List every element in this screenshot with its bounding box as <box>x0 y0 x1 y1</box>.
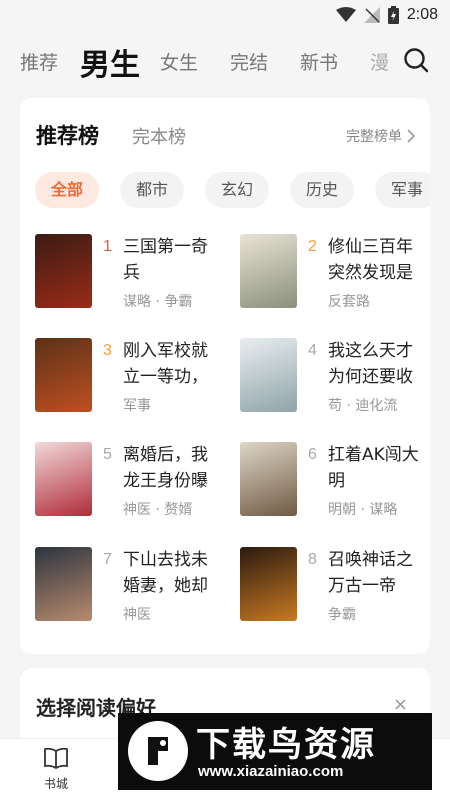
book-tags: 神医 <box>123 607 151 623</box>
book-title: 下山去找未婚妻，她却 <box>123 550 208 596</box>
book-tags: 军事 <box>123 398 151 414</box>
full-list-link[interactable]: 完整榜单 <box>346 126 416 146</box>
watermark-banner: 下载鸟资源 www.xiazainiao.com <box>118 713 432 790</box>
book-tags: 谋略 · 争霸 <box>123 294 193 310</box>
tab-new[interactable]: 新书 <box>300 48 338 75</box>
tab-comic[interactable]: 漫 <box>370 48 390 75</box>
tab-female[interactable]: 女生 <box>160 48 198 75</box>
book-cover <box>240 234 297 308</box>
filter-all[interactable]: 全部 <box>35 172 100 208</box>
rank-number: 4 <box>308 342 317 359</box>
tab-recommend[interactable]: 推荐 <box>20 48 58 75</box>
book-title: 刚入军校就立一等功， <box>123 341 208 387</box>
book-cover <box>35 338 92 412</box>
filter-chips: 全部 都市 玄幻 历史 军事 <box>35 172 430 208</box>
battery-icon <box>387 6 399 24</box>
book-item[interactable]: 6 扛着AK闯大明 明朝 · 谋略 <box>240 442 430 522</box>
rank-number: 6 <box>308 446 317 463</box>
book-title: 召唤神话之万古一帝 <box>328 550 413 596</box>
book-item[interactable]: 2 修仙三百年突然发现是 反套路 <box>240 234 430 314</box>
signal-icon <box>363 7 380 23</box>
rank-number: 1 <box>103 238 112 255</box>
book-tags: 争霸 <box>328 607 356 623</box>
book-item[interactable]: 7 下山去找未婚妻，她却 神医 <box>35 547 225 627</box>
book-title: 扛着AK闯大明 <box>328 445 419 491</box>
status-icons: 2:08 <box>335 6 438 24</box>
book-cover <box>35 234 92 308</box>
filter-fantasy[interactable]: 玄幻 <box>205 172 270 208</box>
book-cover <box>240 338 297 412</box>
watermark-title: 下载鸟资源 <box>196 725 376 765</box>
book-cover <box>35 547 92 621</box>
book-item[interactable]: 4 我这么天才为何还要收 苟 · 迪化流 <box>240 338 430 418</box>
book-cover <box>240 547 297 621</box>
filter-urban[interactable]: 都市 <box>120 172 185 208</box>
filter-history[interactable]: 历史 <box>290 172 355 208</box>
wifi-icon <box>335 7 356 22</box>
tab-recommend-list[interactable]: 推荐榜 <box>36 120 99 150</box>
book-tags: 反套路 <box>328 294 370 310</box>
book-item[interactable]: 1 三国第一奇兵 谋略 · 争霸 <box>35 234 225 314</box>
nav-item-bookstore[interactable]: 书城 <box>26 747 86 792</box>
book-title: 离婚后，我龙王身份曝 <box>123 445 208 491</box>
chevron-right-icon <box>407 129 416 143</box>
rank-number: 3 <box>103 342 112 359</box>
rank-number: 2 <box>308 238 317 255</box>
search-icon[interactable] <box>402 46 430 74</box>
book-tags: 神医 · 赘婿 <box>123 502 193 518</box>
book-cover <box>35 442 92 516</box>
book-item[interactable]: 3 刚入军校就立一等功， 军事 <box>35 338 225 418</box>
book-icon <box>44 747 68 770</box>
nav-label: 书城 <box>43 777 68 791</box>
rank-number: 7 <box>103 551 112 568</box>
status-time: 2:08 <box>406 6 438 23</box>
close-icon[interactable]: × <box>393 694 408 715</box>
book-title: 三国第一奇兵 <box>123 237 208 283</box>
book-title: 我这么天才为何还要收 <box>328 341 413 387</box>
book-cover <box>240 442 297 516</box>
tab-completed[interactable]: 完结 <box>230 48 268 75</box>
tab-completed-list[interactable]: 完本榜 <box>132 123 186 149</box>
book-title: 修仙三百年突然发现是 <box>328 237 413 283</box>
filter-military[interactable]: 军事 <box>375 172 430 208</box>
book-tags: 苟 · 迪化流 <box>328 398 398 414</box>
watermark-logo-icon <box>128 721 188 781</box>
book-item[interactable]: 5 离婚后，我龙王身份曝 神医 · 赘婿 <box>35 442 225 522</box>
full-list-label: 完整榜单 <box>346 129 402 145</box>
book-item[interactable]: 8 召唤神话之万古一帝 争霸 <box>240 547 430 627</box>
tab-male[interactable]: 男生 <box>80 40 140 84</box>
rank-number: 8 <box>308 551 317 568</box>
ranking-card: 推荐榜 完本榜 完整榜单 全部 都市 玄幻 历史 军事 1 三国第一奇兵 谋略 … <box>20 98 430 654</box>
rank-number: 5 <box>103 446 112 463</box>
watermark-url: www.xiazainiao.com <box>198 763 344 780</box>
status-bar: 2:08 <box>0 0 450 32</box>
top-tabs: 推荐 男生 女生 完结 新书 漫 <box>0 38 450 84</box>
ranking-header: 推荐榜 完本榜 完整榜单 <box>36 120 416 152</box>
book-tags: 明朝 · 谋略 <box>328 502 398 518</box>
